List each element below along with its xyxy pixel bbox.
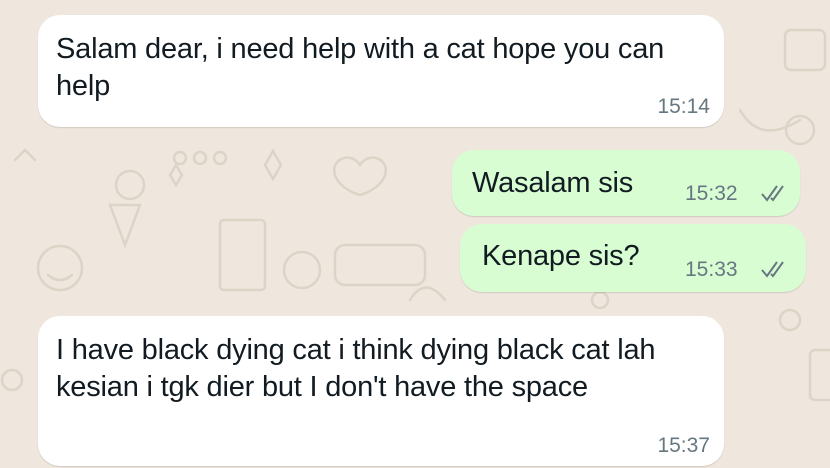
message-time: 15:14 bbox=[657, 95, 710, 118]
phone-doodle bbox=[218, 218, 267, 292]
heart-doodle bbox=[332, 156, 388, 197]
double-check-icon bbox=[761, 261, 784, 278]
message-bubble-incoming[interactable]: Salam dear, i need help with a cat hope … bbox=[38, 15, 724, 127]
smiley-doodle bbox=[36, 244, 84, 292]
message-text: Kenape sis? bbox=[482, 240, 640, 272]
calculator-doodle bbox=[808, 348, 830, 402]
message-text: I have black dying cat i think dying bla… bbox=[56, 334, 656, 403]
icecream-doodle bbox=[108, 203, 142, 249]
calendar-doodle bbox=[783, 28, 827, 72]
arc-doodle bbox=[408, 286, 447, 302]
message-bubble-incoming[interactable]: I have black dying cat i think dying bla… bbox=[38, 316, 724, 466]
double-check-icon bbox=[761, 185, 784, 202]
message-bubble-outgoing[interactable]: Wasalam sis 15:32 bbox=[452, 150, 800, 216]
clock-doodle bbox=[282, 250, 322, 290]
message-doodle bbox=[333, 243, 427, 287]
message-time: 15:33 bbox=[685, 258, 738, 281]
message-time: 15:37 bbox=[657, 434, 710, 457]
message-text: Wasalam sis bbox=[472, 167, 634, 199]
star-doodle bbox=[168, 162, 184, 188]
message-text: Salam dear, i need help with a cat hope … bbox=[56, 33, 665, 102]
face-doodle bbox=[114, 169, 146, 201]
message-time: 15:32 bbox=[685, 182, 738, 205]
star-doodle bbox=[263, 148, 283, 182]
message-bubble-outgoing[interactable]: Kenape sis? 15:33 bbox=[460, 224, 806, 292]
